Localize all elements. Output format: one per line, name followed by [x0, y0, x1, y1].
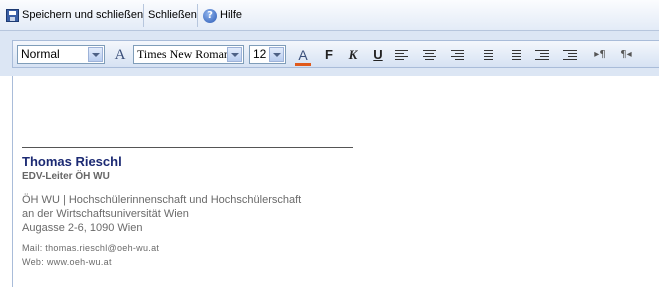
close-label: Schließen	[148, 9, 197, 21]
command-bar: Speichern und schließen Schließen ? Hilf…	[0, 0, 659, 31]
signature-org-line2: an der Wirtschaftsuniversität Wien	[22, 208, 189, 220]
close-button[interactable]: Schließen	[148, 6, 197, 25]
signature-org-line1: ÖH WU | Hochschülerinnenschaft und Hochs…	[22, 194, 302, 206]
formatting-area: Normal A Times New Roman 12 A F K U ▸¶ ¶…	[0, 31, 659, 76]
signature-web: Web: www.oeh-wu.at	[22, 257, 112, 267]
paragraph-style-value: Normal	[21, 47, 60, 61]
help-button[interactable]: ? Hilfe	[203, 6, 242, 25]
save-and-close-button[interactable]: Speichern und schließen	[6, 6, 143, 25]
save-icon	[6, 9, 19, 22]
text-direction-ltr-button[interactable]: ▸¶	[589, 46, 611, 64]
bullet-list-icon[interactable]	[480, 50, 493, 62]
numbered-list-icon[interactable]	[508, 50, 521, 62]
help-icon: ?	[203, 8, 217, 23]
italic-button[interactable]: K	[344, 46, 362, 64]
indent-icon[interactable]	[563, 50, 577, 62]
align-left-icon[interactable]	[395, 50, 408, 62]
paragraph-style-select[interactable]: Normal	[17, 45, 105, 64]
signature-name: Thomas Rieschl	[22, 154, 122, 169]
font-color-button[interactable]: A	[294, 46, 312, 66]
outdent-icon[interactable]	[535, 50, 549, 62]
bold-button[interactable]: F	[320, 46, 338, 64]
font-size-select[interactable]: 12	[249, 45, 286, 64]
signature-mail: Mail: thomas.rieschl@oeh-wu.at	[22, 243, 160, 253]
save-and-close-label: Speichern und schließen	[22, 9, 144, 21]
signature-title: EDV-Leiter ÖH WU	[22, 171, 110, 182]
chevron-down-icon	[88, 47, 103, 62]
font-color-icon: A	[298, 47, 308, 63]
signature-address: Augasse 2-6, 1090 Wien	[22, 222, 143, 234]
editor-area[interactable]: Thomas Rieschl EDV-Leiter ÖH WU ÖH WU | …	[12, 76, 659, 287]
font-icon: A	[114, 47, 126, 63]
font-size-value: 12	[253, 47, 267, 61]
underline-button[interactable]: U	[369, 46, 387, 64]
help-label: Hilfe	[220, 9, 243, 21]
align-center-icon[interactable]	[423, 50, 436, 62]
signature-divider	[22, 147, 353, 148]
formatting-toolbar: Normal A Times New Roman 12 A F K U ▸¶ ¶…	[12, 40, 659, 68]
command-separator	[143, 4, 144, 27]
command-separator	[197, 4, 198, 27]
chevron-down-icon	[227, 47, 242, 62]
chevron-down-icon	[269, 47, 284, 62]
color-swatch	[295, 63, 311, 66]
font-family-value: Times New Roman	[137, 47, 230, 61]
font-family-select[interactable]: Times New Roman	[133, 45, 244, 64]
align-right-icon[interactable]	[451, 50, 464, 62]
text-direction-rtl-button[interactable]: ¶◂	[615, 46, 637, 64]
